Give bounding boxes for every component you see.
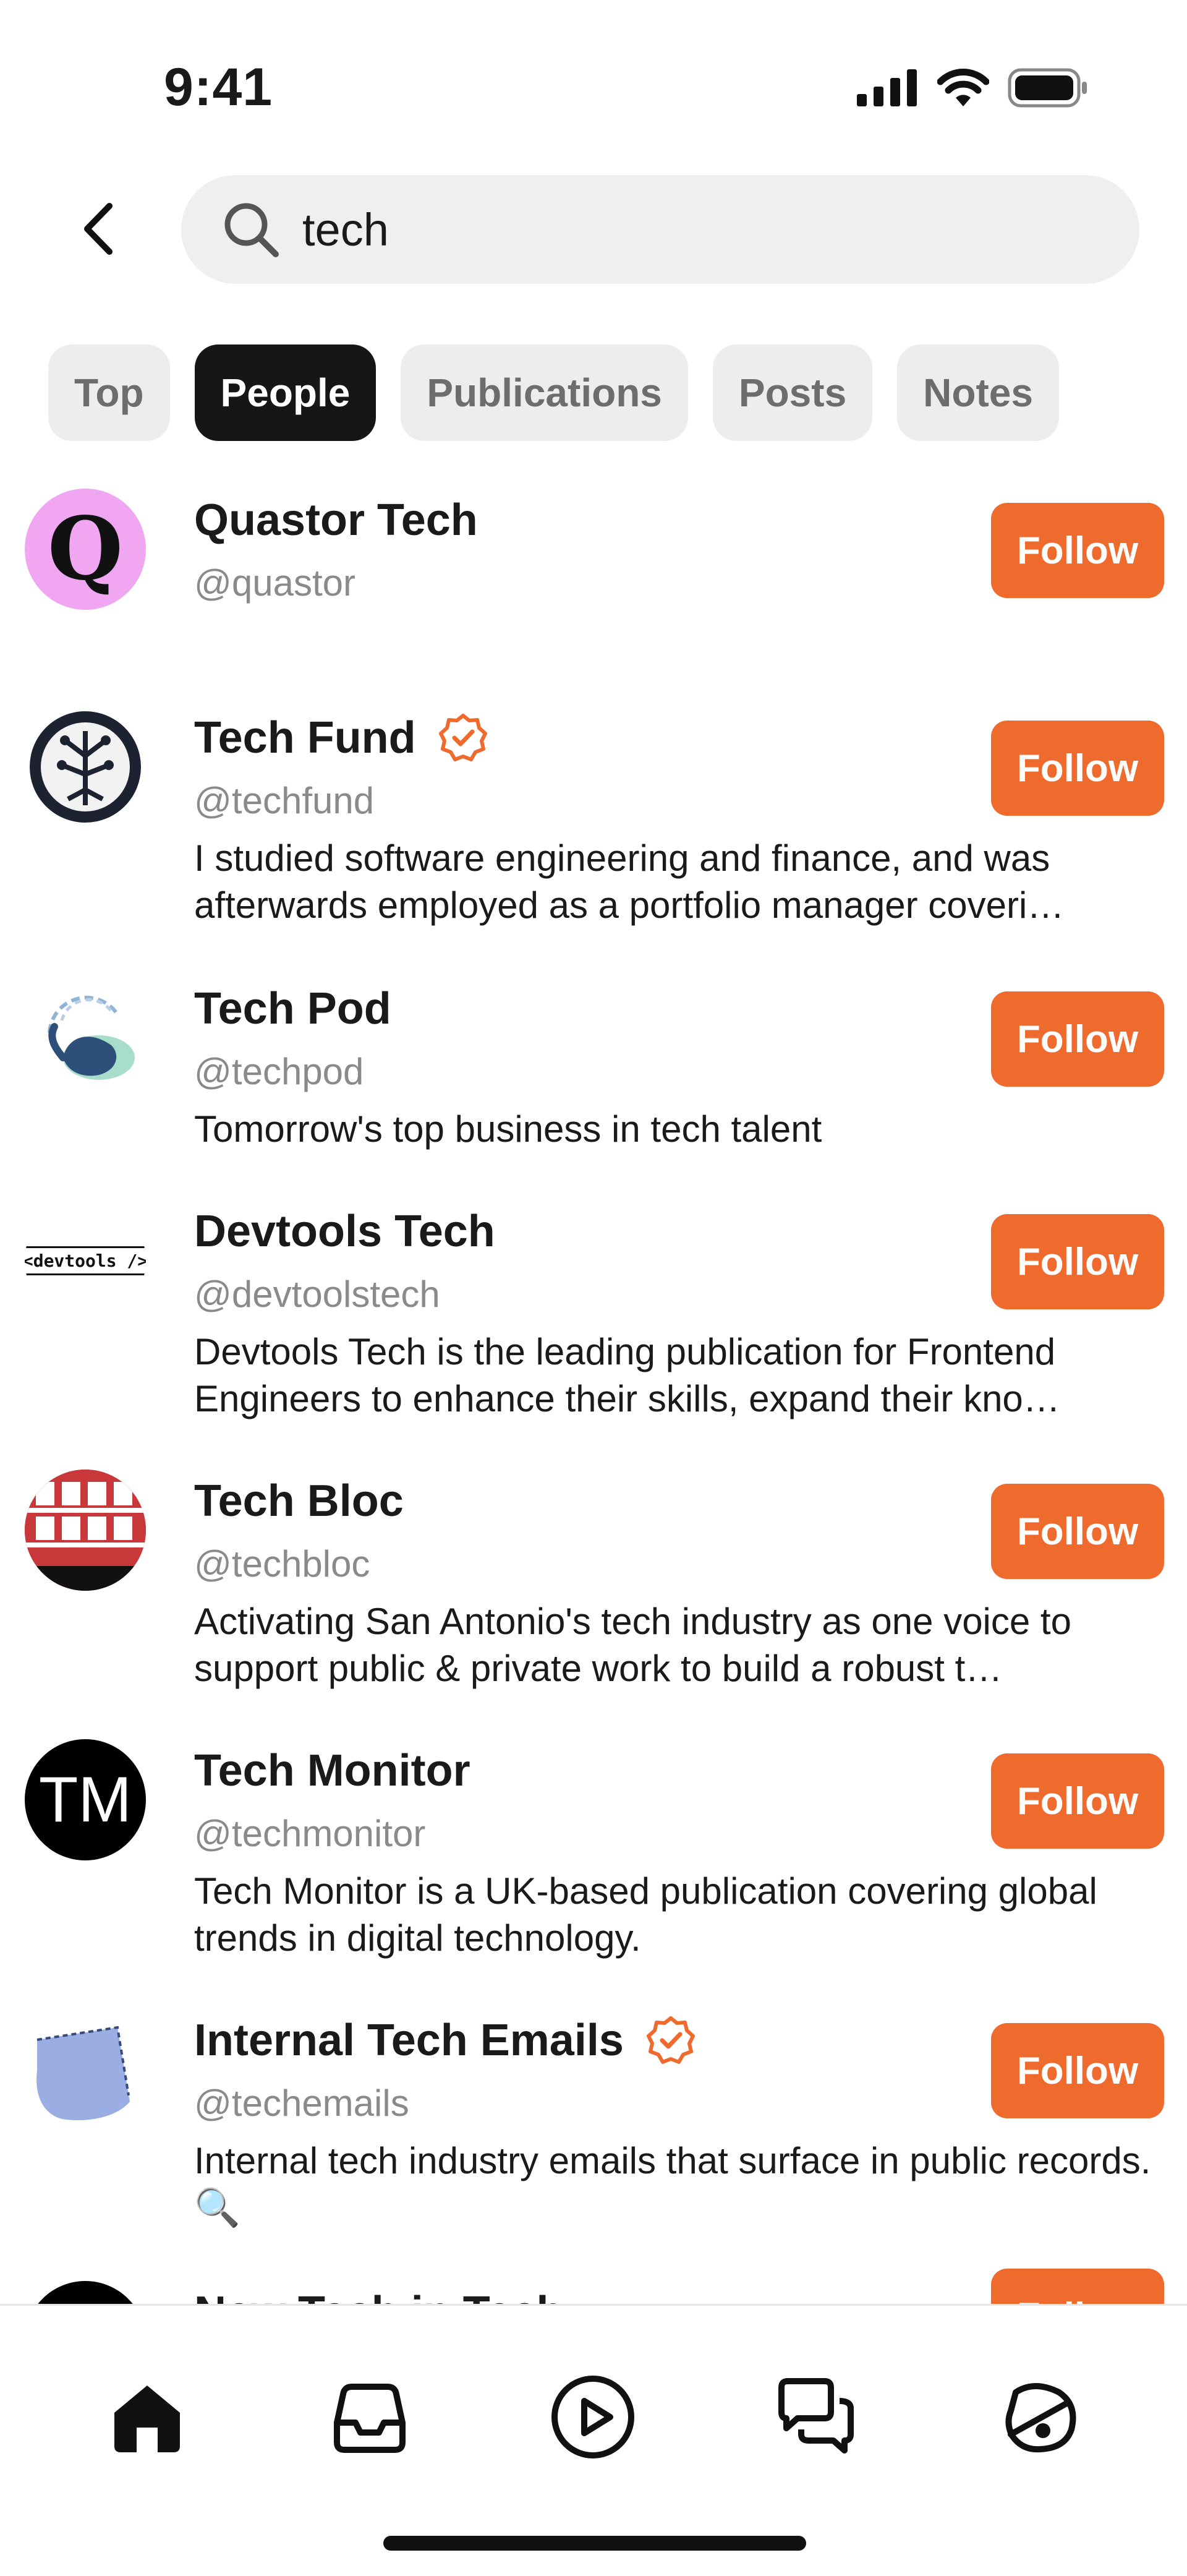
- avatar-letter: Q: [48, 499, 123, 600]
- follow-button[interactable]: Follow: [991, 2023, 1164, 2118]
- person-description: Tech Monitor is a UK-based publication c…: [194, 1870, 1097, 1959]
- person-name[interactable]: Internal Tech Emails: [194, 2015, 624, 2066]
- nav-profile[interactable]: [994, 2371, 1087, 2463]
- tab-notes[interactable]: Notes: [897, 344, 1059, 441]
- person-name[interactable]: Tech Fund: [194, 712, 416, 763]
- person-handle: @techbloc: [194, 1543, 370, 1585]
- avatar: TM: [25, 1739, 146, 1860]
- back-button[interactable]: [65, 195, 133, 263]
- home-indicator: [383, 2536, 806, 2551]
- person-handle: @techfund: [194, 780, 375, 821]
- person-name[interactable]: Devtools Tech: [194, 1206, 495, 1257]
- avatar: [25, 977, 146, 1098]
- chat-icon: [778, 2378, 854, 2454]
- follow-button[interactable]: Follow: [991, 991, 1164, 1087]
- avatar: [25, 1470, 146, 1591]
- chevron-left-icon: [84, 203, 113, 255]
- person-handle: @techpod: [194, 1051, 364, 1092]
- people-results-list: Q Quastor Tech @quastor Follow Tech Fund: [0, 476, 1187, 2304]
- person-description: Activating San Antonio's tech industry a…: [194, 1601, 1071, 1689]
- nav-home[interactable]: [101, 2371, 194, 2463]
- whale-logo: [48, 996, 135, 1080]
- person-handle: @devtoolstech: [194, 1273, 440, 1315]
- tab-top[interactable]: Top: [48, 344, 170, 441]
- search-query[interactable]: tech: [302, 203, 389, 256]
- inbox-icon: [334, 2384, 406, 2453]
- bottom-nav: [0, 2304, 1187, 2576]
- follow-button[interactable]: Follow: [991, 1484, 1164, 1579]
- avatar: [25, 2281, 146, 2304]
- verified-badge-icon: [646, 2016, 695, 2064]
- tab-publications[interactable]: Publications: [401, 344, 688, 441]
- person-name[interactable]: Tech Monitor: [194, 1745, 470, 1796]
- status-time: 9:41: [164, 58, 273, 117]
- tm-logo-text: TM: [38, 1763, 132, 1836]
- person-name[interactable]: New Tech in Tech: [194, 2287, 563, 2304]
- filter-tabs: Top People Publications Posts Notes: [48, 344, 1059, 441]
- person-handle: @techmonitor: [194, 1813, 426, 1854]
- follow-button[interactable]: Follow: [991, 1753, 1164, 1849]
- follow-button[interactable]: Follow: [991, 503, 1164, 598]
- avatar: [25, 2009, 146, 2130]
- status-icons: [857, 68, 1088, 108]
- avatar: <devtools />: [25, 1200, 146, 1321]
- verified-badge-icon: [438, 714, 487, 761]
- play-icon: [551, 2376, 634, 2458]
- tab-posts[interactable]: Posts: [712, 344, 873, 441]
- person-description: Internal tech industry emails that surfa…: [194, 2140, 1151, 2228]
- envelope-logo: [36, 2026, 130, 2121]
- person-description: Tomorrow's top business in tech talent: [194, 1108, 822, 1150]
- profile-icon: [1005, 2383, 1076, 2453]
- nav-chat[interactable]: [770, 2371, 862, 2463]
- person-description: I studied software engineering and finan…: [194, 837, 1065, 926]
- person-name[interactable]: Quastor Tech: [194, 495, 478, 546]
- circuit-tree-logo: [30, 711, 141, 823]
- avatar: [25, 706, 146, 828]
- devtools-logo: <devtools />: [25, 1246, 146, 1275]
- nav-play[interactable]: [547, 2371, 639, 2463]
- nav-inbox[interactable]: [323, 2371, 416, 2463]
- tech-bloc-logo: [25, 1470, 146, 1591]
- search-input[interactable]: tech: [181, 175, 1139, 284]
- person-description: Devtools Tech is the leading publication…: [194, 1331, 1060, 1419]
- tab-people[interactable]: People: [194, 344, 377, 441]
- person-handle: @quastor: [194, 562, 356, 604]
- person-name[interactable]: Tech Pod: [194, 983, 391, 1034]
- battery-icon: [1008, 68, 1087, 108]
- search-icon: [224, 203, 279, 257]
- person-handle: @techemails: [194, 2082, 409, 2124]
- follow-button[interactable]: Follow: [991, 2269, 1164, 2304]
- avatar: Q: [25, 489, 146, 610]
- person-name[interactable]: Tech Bloc: [194, 1476, 404, 1526]
- follow-button[interactable]: Follow: [991, 1214, 1164, 1309]
- wifi-icon: [937, 69, 989, 106]
- home-icon: [114, 2386, 180, 2452]
- follow-button[interactable]: Follow: [991, 721, 1164, 816]
- cellular-signal-icon: [857, 69, 917, 106]
